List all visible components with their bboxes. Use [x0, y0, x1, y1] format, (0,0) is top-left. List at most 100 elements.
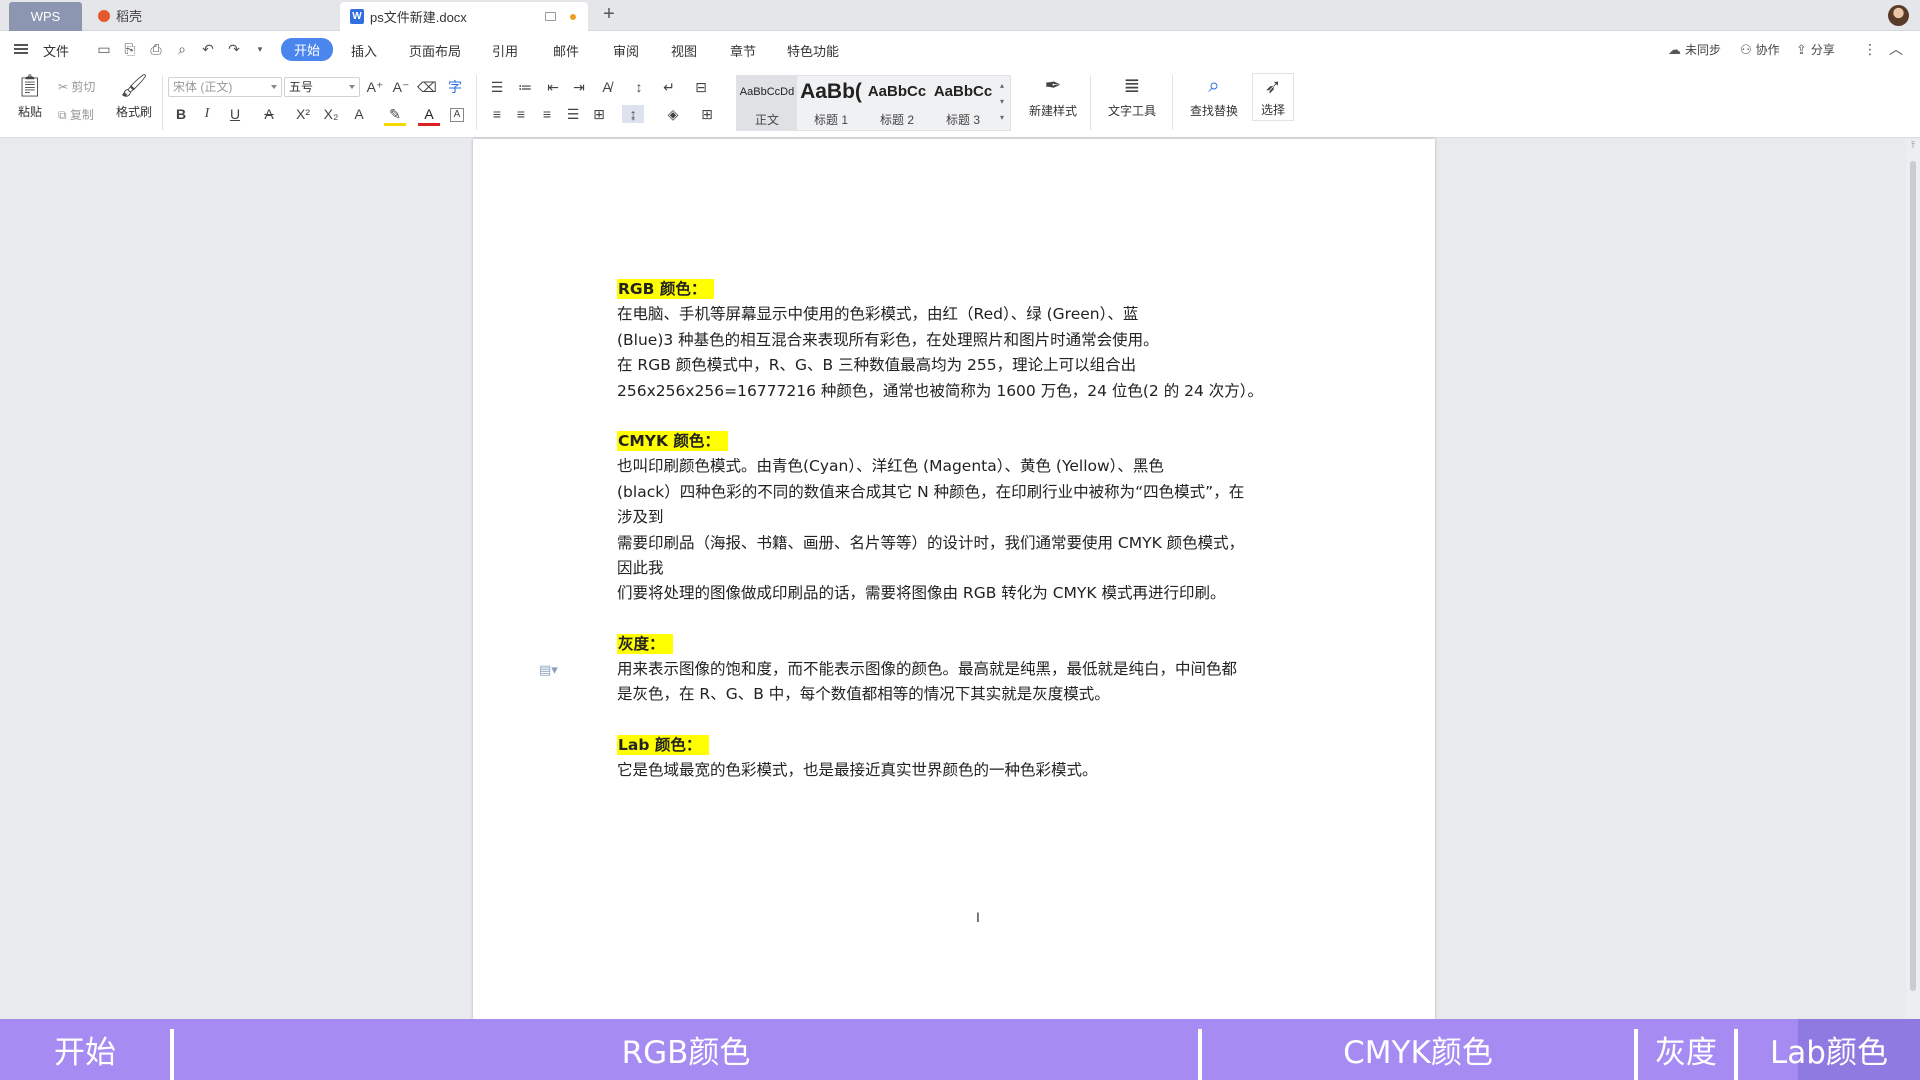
borders-icon[interactable]: ⊞: [696, 105, 718, 123]
document-page[interactable]: RGB 颜色： 在电脑、手机等屏幕显示中使用的色彩模式，由红（Red）、绿 (G…: [473, 139, 1435, 1019]
style-heading-2[interactable]: AaBbCc 标题 2: [865, 76, 929, 130]
tab-review[interactable]: 审阅: [613, 41, 639, 60]
undo-icon[interactable]: ↶: [200, 41, 216, 57]
text-tools-icon: ≣: [1123, 75, 1141, 97]
tab-references[interactable]: 引用: [492, 41, 518, 60]
vertical-scrollbar[interactable]: [1906, 139, 1920, 1019]
paste-button[interactable]: 📋︎ 粘贴: [12, 73, 48, 120]
select-label: 选择: [1260, 103, 1285, 117]
scrollbar-thumb[interactable]: [1910, 161, 1916, 991]
sort-icon[interactable]: ↕: [628, 78, 650, 96]
tab-stops-icon[interactable]: ⊟: [690, 78, 712, 96]
align-center-icon[interactable]: ≡: [510, 105, 532, 123]
monitor-icon[interactable]: [545, 12, 556, 21]
tab-chapter[interactable]: 章节: [730, 41, 756, 60]
cloud-sync-icon: ☁: [1668, 41, 1681, 57]
chapter-lab[interactable]: Lab颜色: [1738, 1019, 1920, 1080]
tab-wps-home[interactable]: WPS: [9, 2, 82, 31]
justify-icon[interactable]: ☰: [562, 105, 584, 123]
tab-home[interactable]: 开始: [281, 38, 334, 61]
grow-font-icon[interactable]: A⁺: [364, 78, 386, 96]
collapse-ribbon-chevron-icon[interactable]: ︿: [1888, 41, 1904, 57]
chapter-start[interactable]: 开始: [0, 1019, 170, 1080]
chapter-rgb[interactable]: RGB颜色: [174, 1019, 1198, 1080]
menu-file[interactable]: 文件: [43, 41, 69, 60]
font-size-select[interactable]: 五号: [284, 77, 360, 97]
shrink-font-icon[interactable]: A⁻: [390, 78, 412, 96]
export-icon[interactable]: ⎘: [122, 41, 138, 57]
bold-icon[interactable]: B: [170, 105, 192, 123]
align-left-icon[interactable]: ≡: [486, 105, 508, 123]
document-workspace: RGB 颜色： 在电脑、手机等屏幕显示中使用的色彩模式，由红（Red）、绿 (G…: [0, 139, 1920, 1019]
tab-mail[interactable]: 邮件: [553, 41, 579, 60]
text-tools-button[interactable]: ≣ 文字工具: [1100, 73, 1164, 119]
align-right-icon[interactable]: ≡: [536, 105, 558, 123]
increase-indent-icon[interactable]: ⇥: [568, 78, 590, 96]
sync-button[interactable]: ☁ 未同步: [1668, 41, 1721, 58]
heading-lab: Lab 颜色：: [617, 733, 1297, 758]
chapter-cmyk[interactable]: CMYK颜色: [1202, 1019, 1634, 1080]
shading-icon[interactable]: ◈: [662, 105, 684, 123]
char-border-icon[interactable]: A: [450, 108, 464, 122]
format-painter-button[interactable]: 🖌︎ 格式刷: [114, 73, 154, 120]
new-tab-plus-icon[interactable]: +: [598, 3, 620, 26]
bullet-list-icon[interactable]: ☰: [486, 78, 508, 96]
document-body[interactable]: RGB 颜色： 在电脑、手机等屏幕显示中使用的色彩模式，由红（Red）、绿 (G…: [617, 277, 1297, 784]
style-heading-3[interactable]: AaBbCc 标题 3: [931, 76, 995, 130]
select-button[interactable]: ➶ 选择: [1252, 73, 1294, 121]
tab-document[interactable]: W ps文件新建.docx: [340, 2, 588, 31]
font-family-select[interactable]: 宋体 (正文): [168, 77, 282, 97]
show-marks-icon[interactable]: ↵: [658, 78, 680, 96]
avatar[interactable]: [1888, 5, 1909, 26]
line-spacing-icon[interactable]: ↨: [622, 105, 644, 123]
tab-document-label: ps文件新建.docx: [370, 10, 467, 25]
chevron-down-icon: [349, 85, 355, 89]
find-replace-button[interactable]: ⌕ 查找替换: [1182, 73, 1246, 119]
chapter-grayscale[interactable]: 灰度: [1638, 1019, 1734, 1080]
share-button[interactable]: ⇪ 分享: [1796, 41, 1835, 58]
strikethrough-icon[interactable]: A: [258, 105, 280, 123]
underline-icon[interactable]: U: [224, 105, 246, 123]
tab-special-features[interactable]: 特色功能: [787, 41, 839, 60]
text-effect-icon[interactable]: A: [348, 105, 370, 123]
new-style-button[interactable]: ✒ 新建样式: [1022, 73, 1084, 119]
distribute-icon[interactable]: ⊞: [588, 105, 610, 123]
style-normal[interactable]: AaBbCcDd 正文: [737, 76, 797, 130]
numbered-list-icon[interactable]: ≔: [514, 78, 536, 96]
heading-rgb-text: RGB 颜色：: [617, 279, 715, 299]
share-label: 分享: [1810, 43, 1835, 57]
highlight-color-icon[interactable]: ✎: [384, 105, 406, 126]
more-options-icon[interactable]: ⋮: [1862, 41, 1878, 57]
scroll-top-icon[interactable]: ⤒: [1911, 140, 1915, 151]
style-heading-1[interactable]: AaBb( 标题 1: [800, 76, 862, 130]
decrease-indent-icon[interactable]: ⇤: [542, 78, 564, 96]
style-heading-1-preview: AaBb(: [800, 80, 862, 103]
phonetic-guide-icon[interactable]: 字: [444, 78, 466, 96]
paragraph-layout-icon[interactable]: ▤▾: [539, 662, 558, 678]
hamburger-menu-icon[interactable]: [14, 44, 28, 54]
gallery-scroll-arrows[interactable]: ▴ ▾ ▾: [1000, 78, 1008, 128]
clear-format-eraser-icon[interactable]: ⌫: [416, 78, 438, 96]
tab-view[interactable]: 视图: [671, 41, 697, 60]
tab-insert[interactable]: 插入: [351, 41, 377, 60]
superscript-icon[interactable]: X²: [292, 105, 314, 123]
italic-icon[interactable]: I: [196, 105, 218, 123]
copy-label: 复制: [69, 108, 94, 122]
cut-button[interactable]: ✂ 剪切: [58, 78, 106, 95]
paragraph-line: 在 RGB 颜色模式中，R、G、B 三种数值最高均为 255，理论上可以组合出: [617, 356, 1137, 375]
collab-button[interactable]: ⚇ 协作: [1740, 41, 1780, 58]
subscript-icon[interactable]: X₂: [320, 105, 342, 123]
save-icon[interactable]: ▭: [96, 41, 112, 57]
copy-button[interactable]: ⧉ 复制: [58, 106, 106, 123]
print-preview-icon[interactable]: ⌕: [174, 41, 190, 57]
brush-icon: 🖌︎: [120, 73, 148, 98]
print-icon[interactable]: ⎙: [148, 41, 164, 57]
tab-daoke[interactable]: 稻壳: [86, 0, 336, 31]
font-color-icon[interactable]: A: [418, 105, 440, 126]
chinese-layout-icon[interactable]: A̸: [596, 78, 618, 96]
redo-icon[interactable]: ↷: [226, 41, 242, 57]
customize-dropdown-icon[interactable]: ▾: [252, 41, 268, 57]
tab-page-layout[interactable]: 页面布局: [409, 41, 461, 60]
